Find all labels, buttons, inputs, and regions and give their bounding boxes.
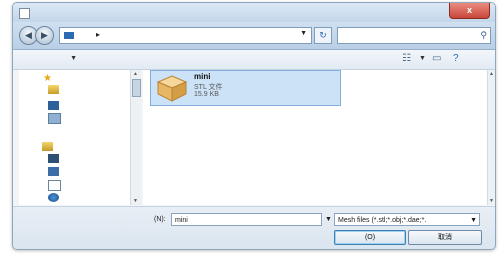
organize-menu-button[interactable]: ▼ [22, 55, 77, 64]
scroll-thumb[interactable] [132, 79, 141, 97]
videos-icon[interactable] [48, 180, 61, 191]
forward-button[interactable]: ▶ [35, 26, 54, 45]
navigation-bar: ◀ ▶ ▸ ▼ ↻ ⚲ [13, 22, 495, 50]
file-size: 15.9 KB [194, 91, 219, 98]
title-bar: x [13, 3, 495, 22]
recent-places-icon[interactable] [48, 113, 61, 124]
back-arrow-icon: ◀ [25, 30, 32, 40]
file-list: mini STL 文件 15.9 KB [143, 70, 487, 205]
file-item-mini[interactable]: mini STL 文件 15.9 KB [150, 70, 341, 106]
navigation-pane: ★ [19, 70, 131, 205]
filename-input[interactable]: mini [171, 213, 322, 226]
file-name: mini [194, 72, 211, 81]
chevron-down-icon: ▼ [470, 217, 477, 224]
toolbar: ▼ ☷ ▼ ▭ ? [13, 50, 495, 70]
scroll-down-icon[interactable]: ▼ [489, 198, 494, 204]
libraries-icon[interactable] [42, 142, 53, 151]
scroll-up-icon[interactable]: ▲ [489, 71, 494, 77]
chevron-down-icon: ▼ [70, 55, 77, 62]
filename-dropdown-icon[interactable]: ▼ [325, 216, 332, 223]
file-open-dialog: x ◀ ▶ ▸ ▼ ↻ ⚲ ▼ ☷ ▼ ▭ ? ★ ▲ ▼ mini STL 文… [12, 2, 496, 250]
refresh-button[interactable]: ↻ [314, 27, 332, 44]
music-icon[interactable] [48, 193, 59, 202]
navigation-scrollbar[interactable]: ▲ ▼ [130, 70, 141, 205]
file-type-filter-select[interactable]: Mesh files (*.stl;*.obj;*.dae;*. ▼ [334, 213, 480, 226]
file-type-filter-value: Mesh files (*.stl;*.obj;*.dae;*. [338, 217, 427, 224]
desktop-icon[interactable] [48, 101, 59, 110]
computer-icon [64, 32, 74, 39]
views-dropdown-icon[interactable]: ▼ [419, 55, 426, 62]
app-icon [19, 8, 30, 19]
search-icon: ⚲ [480, 30, 487, 40]
documents-icon[interactable] [48, 154, 59, 163]
cancel-button[interactable]: 取消 [408, 230, 482, 245]
file-list-scrollbar[interactable]: ▲ ▼ [487, 70, 495, 205]
package-box-icon [156, 75, 188, 102]
close-button[interactable]: x [449, 3, 490, 19]
scroll-up-icon[interactable]: ▲ [133, 71, 138, 77]
downloads-folder-icon[interactable] [48, 85, 59, 94]
pictures-icon[interactable] [48, 167, 59, 176]
refresh-icon: ↻ [319, 30, 327, 40]
open-button[interactable]: (O) [334, 230, 406, 245]
address-dropdown-icon[interactable]: ▼ [300, 30, 307, 37]
preview-pane-icon[interactable]: ▭ [432, 53, 441, 64]
help-icon[interactable]: ? [453, 53, 459, 64]
scroll-down-icon[interactable]: ▼ [133, 198, 138, 204]
address-bar[interactable]: ▸ ▼ [59, 27, 312, 44]
breadcrumb-separator[interactable]: ▸ [96, 30, 100, 39]
filename-label: (N): [154, 216, 166, 223]
search-input[interactable]: ⚲ [337, 27, 491, 44]
views-icon[interactable]: ☷ [402, 53, 411, 64]
forward-arrow-icon: ▶ [41, 30, 48, 40]
dialog-footer: (N): mini ▼ Mesh files (*.stl;*.obj;*.da… [13, 206, 495, 249]
favorites-star-icon[interactable]: ★ [43, 73, 52, 84]
